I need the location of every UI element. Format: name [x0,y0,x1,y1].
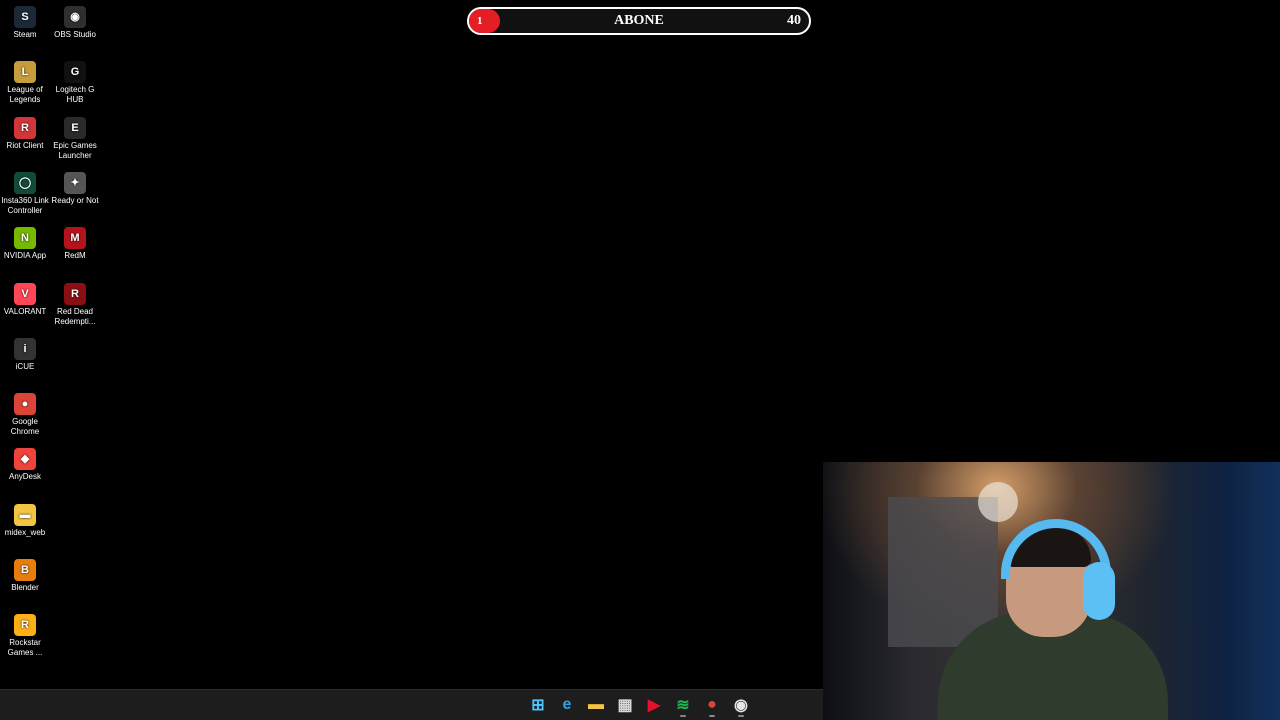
taskbar-chrome-button[interactable]: ● [701,693,723,717]
rockstar-icon: R [14,614,36,637]
league-icon: L [14,61,36,84]
desktop-icon-label: Google Chrome [10,417,40,437]
desktop-icon-label: Logitech G HUB [55,85,95,105]
windows-start-icon: ⊞ [531,697,545,714]
desktop-icon-logitech[interactable]: G Logitech G HUB [50,55,100,105]
desktop-icon-label: iCUE [15,361,35,371]
taskbar-pinned-apps: ⊞ e ▬ ▦ ▶ ≋ ● ◉ [527,693,752,717]
desktop-icon-label: Riot Client [6,140,44,150]
desktop-icon-folder[interactable]: ▬ midex_web [0,498,50,538]
goal-target-count: 40 [787,13,801,28]
taskbar-media-player-button[interactable]: ▶ [643,693,665,717]
taskbar-microsoft-store-button[interactable]: ▦ [614,693,636,717]
desktop-icon-blender[interactable]: B Blender [0,553,50,593]
taskbar-spotify-button[interactable]: ≋ [672,693,694,717]
obs-icon: ◉ [64,6,86,28]
desktop-icon-riot[interactable]: R Riot Client [0,111,50,151]
webcam-overlay [823,462,1280,720]
desktop-icon-epic[interactable]: E Epic Games Launcher [50,111,100,161]
desktop-icon-insta360[interactable]: ◯ Insta360 Link Controller [0,166,50,216]
blender-icon: B [14,559,36,581]
valorant-icon: V [14,282,36,305]
desktop-icon-ready-or-not[interactable]: ✦ Ready or Not [50,166,100,206]
desktop-icon-label: VALORANT [3,306,47,316]
desktop-icon-nvidia[interactable]: N NVIDIA App [0,221,50,261]
red-dead-icon: R [64,282,86,305]
desktop-icon-label: Steam [13,30,37,39]
file-explorer-icon: ▬ [588,696,604,713]
steam-icon: S [14,6,36,28]
redm-icon: M [64,227,86,250]
desktop-icon-redm[interactable]: M RedM [50,221,100,261]
desktop-icon-obs[interactable]: ◉ OBS Studio [50,0,100,40]
folder-icon: ▬ [14,503,36,526]
taskbar-windows-start-button[interactable]: ⊞ [527,693,549,717]
desktop-icon-label: Epic Games Launcher [53,140,97,160]
nvidia-icon: N [14,227,36,250]
desktop-icon-label: Ready or Not [51,195,99,205]
anydesk-icon: ◆ [14,448,36,471]
desktop-icon-label: NVIDIA App [3,251,47,261]
taskbar-edge-button[interactable]: e [556,693,578,717]
desktop-icon-label: AnyDesk [8,472,41,482]
running-indicator [738,715,744,717]
desktop-icon-rockstar[interactable]: R Rockstar Games ... [0,608,50,658]
desktop-icon-label: Red Dead Redempti... [54,306,96,326]
ready-or-not-icon: ✦ [64,171,86,194]
running-indicator [680,715,686,717]
taskbar: ⊞ e ▬ ▦ ▶ ≋ ● ◉ [0,689,823,720]
microsoft-store-icon: ▦ [617,697,633,714]
chrome-icon: ● [14,393,36,416]
desktop-icon-label: Insta360 Link Controller [1,195,49,215]
icue-icon: i [14,337,36,360]
desktop-icon-red-dead[interactable]: R Red Dead Redempti... [50,277,100,327]
subscriber-goal-bar: 1 ABONE 40 [467,7,811,35]
media-player-icon: ▶ [647,697,661,714]
headset-earcup [1083,562,1115,620]
riot-icon: R [14,116,36,139]
goal-title: ABONE [614,13,664,28]
chrome-icon: ● [707,696,717,713]
logitech-icon: G [64,61,86,84]
desktop-icon-label: RedM [64,251,86,261]
desktop-icon-label: Blender [11,583,39,592]
desktop-icon-valorant[interactable]: V VALORANT [0,277,50,317]
insta360-icon: ◯ [14,171,36,194]
epic-icon: E [64,116,86,139]
desktop-icon-league[interactable]: L League of Legends [0,55,50,105]
webcam-background-lamp [978,482,1018,522]
running-indicator [709,715,715,717]
desktop-icon-chrome[interactable]: ● Google Chrome [0,387,50,437]
spotify-icon: ≋ [676,697,690,714]
desktop-icon-label: OBS Studio [54,30,96,39]
taskbar-obs-button[interactable]: ◉ [730,693,752,717]
desktop-icon-icue[interactable]: i iCUE [0,332,50,372]
desktop-icon-label: Rockstar Games ... [7,638,43,658]
edge-icon: e [562,696,572,713]
desktop-icon-label: midex_web [4,527,46,537]
desktop-icon-label: League of Legends [7,85,43,105]
desktop-icon-steam[interactable]: S Steam [0,0,50,40]
taskbar-file-explorer-button[interactable]: ▬ [585,693,607,717]
desktop-icon-anydesk[interactable]: ◆ AnyDesk [0,442,50,482]
obs-icon: ◉ [734,697,748,714]
